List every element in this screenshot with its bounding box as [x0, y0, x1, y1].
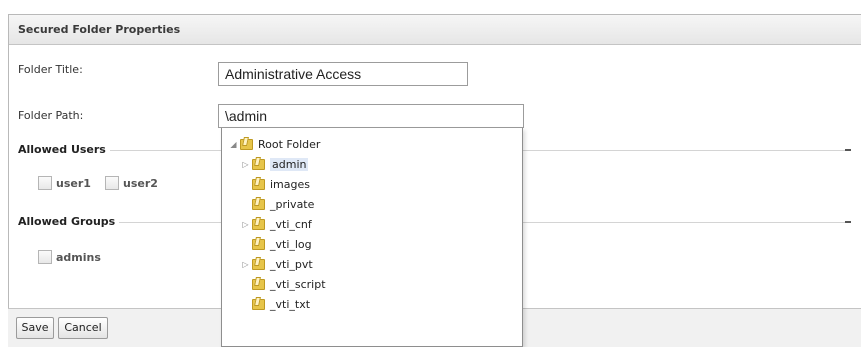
checkbox-admins[interactable] [38, 250, 52, 264]
folder-icon [252, 297, 266, 311]
group-label: admins [56, 250, 101, 264]
folder-path-input[interactable]: \admin [218, 104, 524, 128]
folder-tree-dropdown[interactable]: ◢ Root Folder ▷ admin images _private ▷ _vti_… [221, 128, 523, 347]
tree-folder-row[interactable]: _vti_txt [241, 296, 310, 312]
collapse-arrow-icon[interactable]: ◢ [229, 140, 238, 149]
expand-arrow-icon[interactable]: ▷ [241, 160, 250, 169]
folder-icon [252, 257, 266, 271]
tree-folder-row[interactable]: ▷ _vti_pvt [241, 256, 313, 272]
folder-icon [252, 157, 266, 171]
tree-folder-label: _vti_pvt [270, 257, 313, 271]
tree-folder-label: admin [270, 157, 309, 171]
user-label: user2 [123, 176, 158, 190]
tree-folder-row[interactable]: _private [241, 196, 314, 212]
tree-folder-label: _vti_script [270, 277, 326, 291]
cancel-button[interactable]: Cancel [58, 317, 108, 339]
folder-icon [240, 137, 254, 151]
allowed-groups-legend: Allowed Groups [18, 215, 120, 228]
folder-title-label: Folder Title: [18, 63, 83, 76]
user-checkbox-item[interactable]: user2 [105, 176, 158, 190]
panel-title: Secured Folder Properties [9, 15, 861, 45]
tree-folder-row[interactable]: ▷ _vti_cnf [241, 216, 312, 232]
tree-folder-label: _vti_log [270, 237, 312, 251]
checkbox-user2[interactable] [105, 176, 119, 190]
expand-arrow-icon[interactable]: ▷ [241, 260, 250, 269]
tree-folder-row[interactable]: _vti_script [241, 276, 326, 292]
tree-folder-label: _vti_txt [270, 297, 311, 311]
user-checkbox-item[interactable]: user1 [38, 176, 91, 190]
allowed-users-legend: Allowed Users [18, 143, 110, 156]
tree-folder-row[interactable]: images [241, 176, 310, 192]
folder-icon [252, 237, 266, 251]
folder-icon [252, 177, 266, 191]
tree-folder-row[interactable]: _vti_log [241, 236, 312, 252]
folder-icon [252, 217, 266, 231]
user-label: user1 [56, 176, 91, 190]
tree-folder-label: images [270, 177, 310, 191]
folder-icon [252, 277, 266, 291]
tree-folder-label: _vti_cnf [270, 217, 312, 231]
tree-root-label: Root Folder [258, 137, 321, 151]
folder-path-label: Folder Path: [18, 109, 84, 122]
tree-root-row[interactable]: ◢ Root Folder [229, 136, 320, 152]
save-button[interactable]: Save [16, 317, 54, 339]
collapse-users-icon[interactable] [845, 149, 851, 151]
folder-title-input[interactable]: Administrative Access [218, 62, 468, 86]
folder-icon [252, 197, 266, 211]
collapse-groups-icon[interactable] [845, 221, 851, 223]
tree-folder-row[interactable]: ▷ admin [241, 156, 309, 172]
tree-folder-label: _private [270, 197, 315, 211]
group-checkbox-item[interactable]: admins [38, 250, 101, 264]
checkbox-user1[interactable] [38, 176, 52, 190]
expand-arrow-icon[interactable]: ▷ [241, 220, 250, 229]
